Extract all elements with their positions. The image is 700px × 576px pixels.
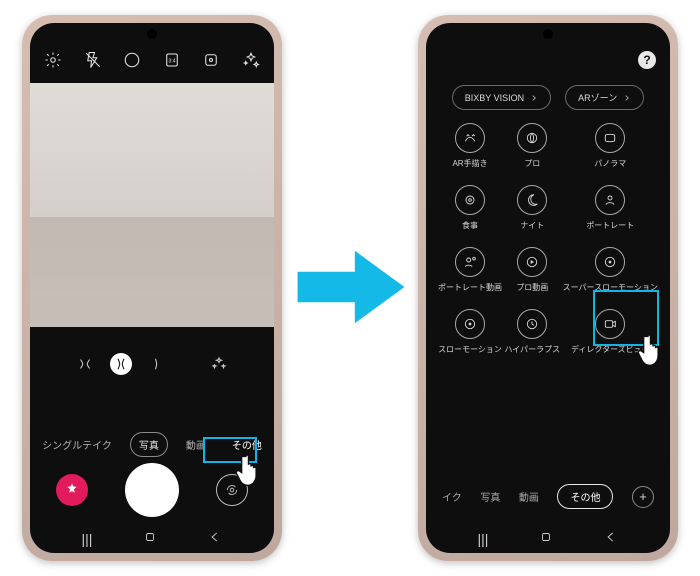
filters-icon[interactable] [242,51,260,69]
feature-pill-row: BIXBY VISION ARゾーン [426,85,670,110]
mode-photo[interactable]: 写真 [130,432,168,457]
camera-mode-row: シングルテイク 写真 動画 その他 [30,432,274,457]
directors-view-icon [595,309,625,339]
mode-more[interactable]: その他 [557,484,613,509]
nav-home-icon[interactable] [539,530,553,549]
super-slomo-icon [595,247,625,277]
help-icon[interactable]: ? [638,51,656,69]
shutter-row [30,461,274,519]
top-right-area: ? [638,51,656,69]
mode-photo[interactable]: 写真 [480,489,500,504]
gallery-thumbnail[interactable] [56,474,88,506]
slomo-icon [455,309,485,339]
more-modes-grid: AR手描き プロ パノラマ 食事 ナイト ポートレート [438,123,658,355]
camera-viewfinder[interactable] [30,83,274,327]
mode-pro[interactable]: プロ [502,123,563,169]
svg-text:3:4: 3:4 [168,58,175,64]
mode-ar-doodle[interactable]: AR手描き [438,123,502,169]
screen-left: 3:4 シングルテイク 写真 動画 その他 [30,23,274,553]
transition-arrow-icon [293,245,409,329]
mode-super-slomo[interactable]: スーパースローモーション [563,247,658,293]
screen-right: ? BIXBY VISION ARゾーン AR手描き プロ [426,23,670,553]
shutter-button[interactable] [125,463,179,517]
portrait-video-icon [455,247,485,277]
flash-off-icon[interactable] [84,51,102,69]
chevron-right-icon [530,94,538,102]
zoom-row [30,353,274,375]
mode-more[interactable]: その他 [224,433,270,456]
settings-icon[interactable] [44,51,62,69]
bixby-vision-label: BIXBY VISION [465,93,524,103]
zoom-ultrawide-icon[interactable] [76,355,94,373]
mode-directors-view[interactable]: ディレクターズビュー [563,309,658,355]
aspect-ratio-icon[interactable]: 3:4 [163,51,181,69]
mode-portrait-video[interactable]: ポートレート動画 [438,247,502,293]
zoom-tele-icon[interactable] [148,355,166,373]
portrait-icon [595,185,625,215]
nav-back-icon[interactable] [604,530,618,549]
nav-recent-icon[interactable]: ||| [82,531,93,547]
phone-frame-left: 3:4 シングルテイク 写真 動画 その他 [22,15,282,561]
chevron-right-icon [623,94,631,102]
nav-recent-icon[interactable]: ||| [478,531,489,547]
zoom-wide-icon[interactable] [110,353,132,375]
mode-video[interactable]: 動画 [178,433,214,456]
ar-zone-label: ARゾーン [578,91,617,104]
camera-notch [147,29,157,39]
panorama-icon [595,123,625,153]
mode-video[interactable]: 動画 [519,489,539,504]
nav-home-icon[interactable] [143,530,157,549]
add-mode-button[interactable]: + [632,486,654,508]
pro-video-icon [517,247,547,277]
mode-single-take-cut[interactable]: イク [442,489,462,504]
camera-notch [543,29,553,39]
android-navbar: ||| [426,525,670,553]
mode-slomo[interactable]: スローモーション [438,309,502,355]
camera-mode-row: イク 写真 動画 その他 + [426,484,670,509]
filter-icon[interactable] [210,355,228,373]
pro-icon [517,123,547,153]
ar-zone-button[interactable]: ARゾーン [565,85,644,110]
mode-hyperlapse[interactable]: ハイパーラプス [502,309,563,355]
mode-night[interactable]: ナイト [502,185,563,231]
food-icon [455,185,485,215]
nav-back-icon[interactable] [208,530,222,549]
night-icon [517,185,547,215]
hyperlapse-icon [517,309,547,339]
phone-frame-right: ? BIXBY VISION ARゾーン AR手描き プロ [418,15,678,561]
ar-doodle-icon [455,123,485,153]
mode-single-take[interactable]: シングルテイク [34,433,120,456]
motion-off-icon[interactable] [123,51,141,69]
mode-pro-video[interactable]: プロ動画 [502,247,563,293]
bixby-vision-button[interactable]: BIXBY VISION [452,85,551,110]
mode-food[interactable]: 食事 [438,185,502,231]
android-navbar: ||| [30,525,274,553]
camera-top-toolbar: 3:4 [30,51,274,69]
mode-portrait[interactable]: ポートレート [563,185,658,231]
switch-camera-button[interactable] [216,474,248,506]
mode-panorama[interactable]: パノラマ [563,123,658,169]
motion-photo-icon[interactable] [202,51,220,69]
